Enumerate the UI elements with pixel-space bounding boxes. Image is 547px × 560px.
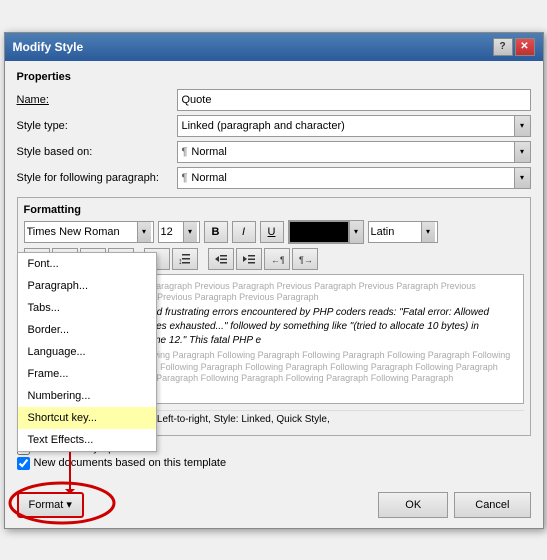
properties-label: Properties — [17, 71, 531, 83]
line-spacing-more-button[interactable]: ↕ — [172, 248, 198, 270]
style-based-para-icon: ¶ — [182, 146, 188, 158]
svg-text:¶→: ¶→ — [299, 255, 312, 265]
font-color-arrow-icon[interactable]: ▾ — [349, 221, 363, 243]
format-dropdown-menu: Font... Paragraph... Tabs... Border... L… — [17, 252, 157, 452]
underline-button[interactable]: U — [260, 221, 284, 243]
font-family-dropdown[interactable]: Times New Roman ▾ — [24, 221, 154, 243]
font-menu-item[interactable]: Font... — [18, 253, 156, 275]
style-based-dropdown[interactable]: ¶ Normal ▾ — [177, 141, 531, 163]
new-docs-label: New documents based on this template — [34, 457, 227, 469]
font-row: Times New Roman ▾ 12 ▾ B I U ▾ — [24, 220, 524, 244]
new-docs-checkbox[interactable] — [17, 457, 30, 470]
bold-button[interactable]: B — [204, 221, 228, 243]
name-input[interactable]: Quote — [177, 89, 531, 111]
modify-style-dialog: Modify Style ? ✕ Properties Name: Quote … — [4, 32, 544, 529]
style-following-dropdown[interactable]: ¶ Normal ▾ — [177, 167, 531, 189]
font-color-control[interactable]: ▾ — [288, 220, 364, 244]
language-dropdown[interactable]: Latin ▾ — [368, 221, 438, 243]
font-family-arrow-icon: ▾ — [137, 222, 151, 242]
footer-buttons: OK Cancel — [378, 492, 530, 518]
language-arrow-icon: ▾ — [421, 222, 435, 242]
style-following-para-icon: ¶ — [182, 172, 188, 184]
paragraph-menu-item[interactable]: Paragraph... — [18, 275, 156, 297]
style-following-label: Style for following paragraph: — [17, 172, 177, 184]
numbering-menu-item[interactable]: Numbering... — [18, 385, 156, 407]
format-button[interactable]: Format ▾ — [17, 492, 84, 518]
formatting-label: Formatting — [24, 204, 524, 216]
tabs-menu-item[interactable]: Tabs... — [18, 297, 156, 319]
increase-indent-button[interactable] — [236, 248, 262, 270]
svg-text:←¶: ←¶ — [271, 255, 284, 265]
style-following-row: Style for following paragraph: ¶ Normal … — [17, 167, 531, 189]
svg-text:↕: ↕ — [178, 256, 183, 266]
text-effects-menu-item[interactable]: Text Effects... — [18, 429, 156, 451]
new-docs-row: New documents based on this template — [17, 457, 531, 470]
shortcut-key-menu-item[interactable]: Shortcut key... — [18, 407, 156, 429]
font-size-arrow-icon: ▾ — [183, 222, 197, 242]
font-color-box — [289, 221, 349, 243]
bidi-right-button[interactable]: ¶→ — [292, 248, 318, 270]
border-menu-item[interactable]: Border... — [18, 319, 156, 341]
style-based-arrow-icon: ▾ — [514, 142, 530, 162]
cancel-button[interactable]: Cancel — [454, 492, 530, 518]
help-button[interactable]: ? — [493, 38, 513, 56]
dialog-title: Modify Style — [13, 40, 84, 54]
style-based-row: Style based on: ¶ Normal ▾ — [17, 141, 531, 163]
style-type-row: Style type: Linked (paragraph and charac… — [17, 115, 531, 137]
frame-menu-item[interactable]: Frame... — [18, 363, 156, 385]
name-row: Name: Quote — [17, 89, 531, 111]
close-button[interactable]: ✕ — [515, 38, 535, 56]
style-type-arrow-icon: ▾ — [514, 116, 530, 136]
footer-container: Font... Paragraph... Tabs... Border... L… — [5, 486, 543, 528]
style-following-arrow-icon: ▾ — [514, 168, 530, 188]
bidi-left-button[interactable]: ←¶ — [264, 248, 290, 270]
style-type-label: Style type: — [17, 120, 177, 132]
decrease-indent-button[interactable] — [208, 248, 234, 270]
title-bar: Modify Style ? ✕ — [5, 33, 543, 61]
name-label: Name: — [17, 94, 177, 106]
style-type-dropdown[interactable]: Linked (paragraph and character) ▾ — [177, 115, 531, 137]
ok-button[interactable]: OK — [378, 492, 448, 518]
language-menu-item[interactable]: Language... — [18, 341, 156, 363]
font-size-dropdown[interactable]: 12 ▾ — [158, 221, 200, 243]
properties-section: Properties Name: Quote Style type: Linke… — [17, 71, 531, 189]
style-based-label: Style based on: — [17, 146, 177, 158]
dialog-footer: Format ▾ OK Cancel — [5, 486, 543, 528]
italic-button[interactable]: I — [232, 221, 256, 243]
title-bar-buttons: ? ✕ — [493, 38, 535, 56]
